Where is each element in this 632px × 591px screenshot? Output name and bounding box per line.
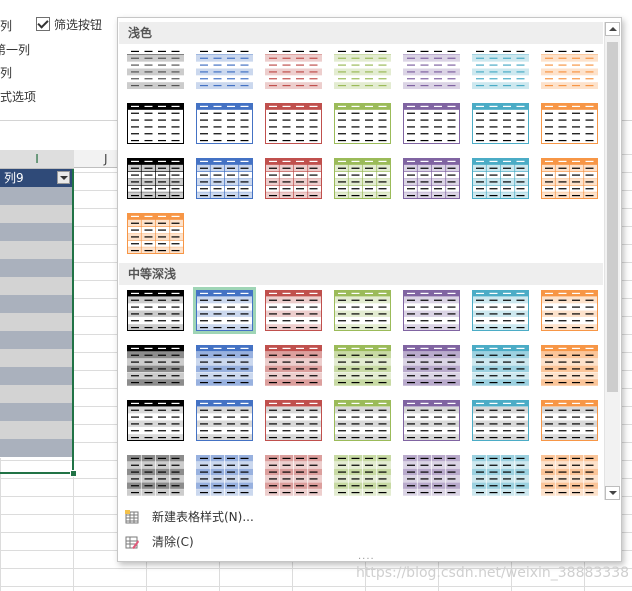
- light-styles-grid: [124, 45, 601, 257]
- table-style-medium-22[interactable]: [124, 452, 187, 499]
- table-style-medium-6[interactable]: [469, 287, 532, 334]
- table-style-medium-17[interactable]: [262, 397, 325, 444]
- table-style-medium-11[interactable]: [331, 342, 394, 389]
- table-style-light-8[interactable]: [124, 100, 187, 147]
- table-style-medium-15[interactable]: [124, 397, 187, 444]
- scroll-up-icon[interactable]: [605, 22, 620, 36]
- table-style-light-14[interactable]: [538, 100, 601, 147]
- table-style-light-4[interactable]: [331, 45, 394, 92]
- table-style-medium-28[interactable]: [538, 452, 601, 499]
- table-style-light-20[interactable]: [469, 155, 532, 202]
- table-style-light-10[interactable]: [262, 100, 325, 147]
- clear-label: 清除(C): [152, 535, 194, 549]
- table-style-medium-25[interactable]: [331, 452, 394, 499]
- table-header-label: 列9: [4, 171, 24, 185]
- table-style-medium-3[interactable]: [262, 287, 325, 334]
- table-style-light-16[interactable]: [193, 155, 256, 202]
- table-style-medium-12[interactable]: [400, 342, 463, 389]
- filter-button-option[interactable]: 筛选按钮: [54, 16, 102, 33]
- table-header-cell[interactable]: 列9: [0, 169, 72, 187]
- table-style-medium-5[interactable]: [400, 287, 463, 334]
- table-style-medium-21[interactable]: [538, 397, 601, 444]
- table-style-medium-4[interactable]: [331, 287, 394, 334]
- table-style-medium-16[interactable]: [193, 397, 256, 444]
- gallery-scrollbar[interactable]: [604, 22, 620, 500]
- selected-table-range[interactable]: [0, 169, 74, 474]
- watermark: https://blog.csdn.net/weixin_38883338: [356, 565, 630, 581]
- table-style-medium-14[interactable]: [538, 342, 601, 389]
- ribbon-option-banded-col[interactable]: 列: [0, 17, 12, 34]
- table-style-light-2[interactable]: [193, 45, 256, 92]
- column-header-i[interactable]: I: [0, 150, 74, 169]
- table-style-gallery: 浅色 中等深浅 新建表格样式(N)... 清除(C) ....: [117, 17, 622, 562]
- table-style-light-15[interactable]: [124, 155, 187, 202]
- scroll-down-icon[interactable]: [605, 486, 620, 500]
- table-style-medium-2[interactable]: [193, 287, 256, 334]
- table-style-medium-26[interactable]: [400, 452, 463, 499]
- filter-dropdown-icon[interactable]: [57, 171, 70, 184]
- table-style-medium-1[interactable]: [124, 287, 187, 334]
- new-table-style-menu-item[interactable]: 新建表格样式(N)...: [119, 505, 620, 529]
- table-style-options-group-label: 式选项: [0, 90, 37, 104]
- table-style-light-17[interactable]: [262, 155, 325, 202]
- medium-styles-grid: [124, 287, 601, 499]
- fill-handle[interactable]: [70, 470, 77, 477]
- table-style-medium-24[interactable]: [262, 452, 325, 499]
- table-style-light-3[interactable]: [262, 45, 325, 92]
- table-style-light-19[interactable]: [400, 155, 463, 202]
- table-style-medium-18[interactable]: [331, 397, 394, 444]
- checkbox-icon[interactable]: [36, 17, 50, 31]
- table-style-medium-23[interactable]: [193, 452, 256, 499]
- table-style-medium-8[interactable]: [124, 342, 187, 389]
- clear-icon: [125, 536, 139, 549]
- section-header-light: 浅色: [119, 22, 603, 44]
- first-column-option[interactable]: 第一列: [0, 41, 30, 58]
- table-style-light-13[interactable]: [469, 100, 532, 147]
- table-style-light-18[interactable]: [331, 155, 394, 202]
- table-style-medium-10[interactable]: [262, 342, 325, 389]
- table-style-light-12[interactable]: [400, 100, 463, 147]
- table-style-medium-19[interactable]: [400, 397, 463, 444]
- table-style-light-6[interactable]: [469, 45, 532, 92]
- table-style-light-11[interactable]: [331, 100, 394, 147]
- scroll-thumb[interactable]: [607, 42, 618, 392]
- table-style-light-21[interactable]: [538, 155, 601, 202]
- new-table-style-icon: [125, 510, 139, 524]
- table-style-light-1[interactable]: [124, 45, 187, 92]
- table-style-medium-27[interactable]: [469, 452, 532, 499]
- table-style-light-22[interactable]: [124, 210, 187, 257]
- table-style-medium-13[interactable]: [469, 342, 532, 389]
- table-style-light-5[interactable]: [400, 45, 463, 92]
- table-style-medium-20[interactable]: [469, 397, 532, 444]
- resize-grip[interactable]: ....: [358, 551, 375, 562]
- table-style-medium-7[interactable]: [538, 287, 601, 334]
- section-header-medium: 中等深浅: [119, 263, 603, 285]
- new-table-style-label: 新建表格样式(N)...: [152, 510, 254, 524]
- table-style-light-7[interactable]: [538, 45, 601, 92]
- table-style-medium-9[interactable]: [193, 342, 256, 389]
- table-style-light-9[interactable]: [193, 100, 256, 147]
- last-column-option[interactable]: 列: [0, 64, 12, 81]
